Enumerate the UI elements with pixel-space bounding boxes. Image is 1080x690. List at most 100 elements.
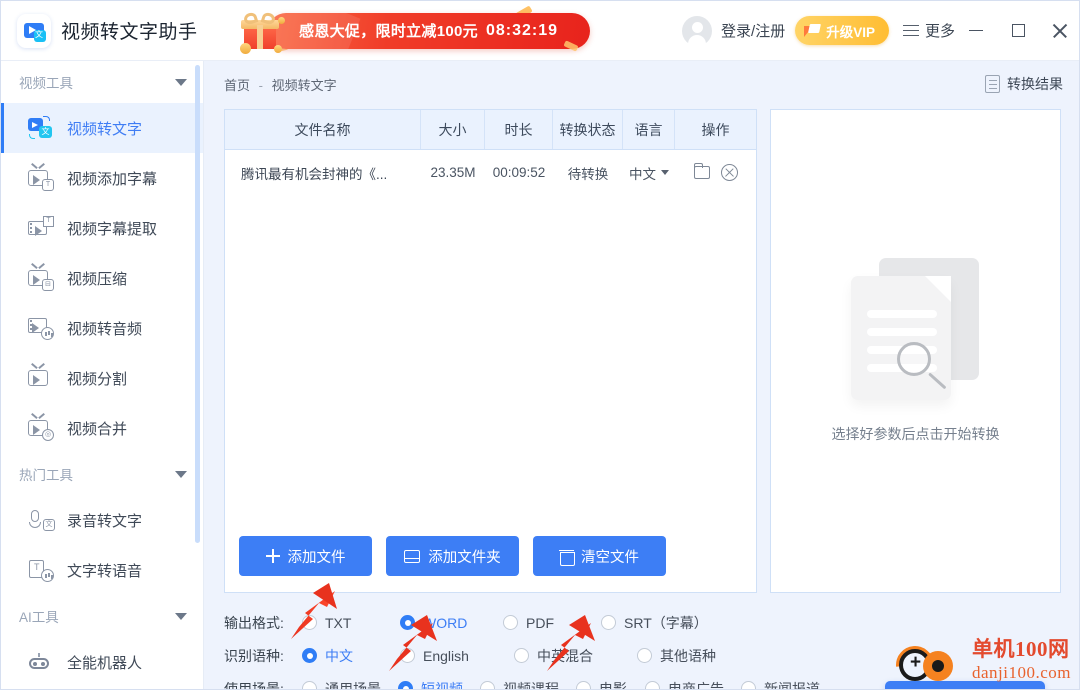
login-register-link[interactable]: 登录/注册 (721, 20, 785, 41)
more-label: 更多 (924, 23, 955, 40)
sidebar-scrollbar[interactable] (195, 65, 200, 543)
sidebar-item-label: 视频字幕提取 (67, 220, 158, 238)
radio-scene-news[interactable]: 新闻报道 (741, 679, 820, 689)
chevron-down-icon[interactable] (175, 612, 187, 620)
sidebar-item-video-add-subtitle[interactable]: T 视频添加字幕 (1, 153, 203, 203)
sidebar-item-label: 视频分割 (67, 370, 128, 388)
video-extract-subtitle-icon: T (27, 215, 54, 241)
app-title: 视频转文字助手 (61, 22, 198, 43)
radio-format-srt[interactable]: SRT（字幕） (601, 613, 708, 633)
sidebar-item-video-split[interactable]: 视频分割 (1, 353, 203, 403)
radio-scene-movie[interactable]: 电影 (576, 679, 639, 689)
sidebar-item-video-merge[interactable]: ◎ 视频合并 (1, 403, 203, 453)
language-dropdown[interactable]: 中文 (629, 163, 669, 183)
sidebar-group-ai-tools[interactable]: AI工具 (1, 595, 203, 637)
promo-banner[interactable]: 感恩大促，限时立减100元 08:32:19 (216, 4, 596, 55)
breadcrumb-separator: - (258, 77, 263, 93)
video-add-subtitle-icon: T (27, 162, 54, 191)
table-row[interactable]: 腾讯最有机会封神的《... 23.35M 00:09:52 待转换 中文 (225, 150, 756, 195)
sidebar-item-video-to-audio[interactable]: 视频转音频 (1, 303, 203, 353)
sidebar-item-robot[interactable]: 全能机器人 (1, 637, 203, 687)
remove-icon[interactable] (720, 164, 738, 181)
sidebar: 视频工具 文 视频转文字 T 视频添加字幕 T 视频字幕提取 ⊟ 视频压缩 视频… (1, 61, 204, 689)
sidebar-item-video-compress[interactable]: ⊟ 视频压缩 (1, 253, 203, 303)
sidebar-item-video-extract-subtitle[interactable]: T 视频字幕提取 (1, 203, 203, 253)
radio-format-txt[interactable]: TXT (302, 615, 394, 631)
sidebar-group-video-tools[interactable]: 视频工具 (1, 61, 203, 103)
watermark-line1: 单机100网 (971, 637, 1070, 661)
titlebar-right-controls: 登录/注册 升级VIP 更多 (682, 1, 1079, 61)
more-menu-button[interactable]: 更多 (902, 20, 955, 41)
cell-status: 待转换 (567, 166, 609, 182)
radio-scene-ecommerce-ad[interactable]: 电商广告 (645, 679, 735, 689)
maximize-button[interactable] (997, 1, 1039, 61)
sidebar-item-label: 录音转文字 (67, 512, 143, 530)
add-folder-button[interactable]: 添加文件夹 (386, 536, 519, 576)
audio-to-text-icon: 文 (27, 507, 55, 533)
chevron-down-icon[interactable] (175, 470, 187, 478)
cell-actions (675, 163, 756, 181)
open-folder-icon[interactable] (693, 163, 710, 179)
video-split-icon (27, 362, 53, 391)
sidebar-item-label: 全能机器人 (67, 654, 143, 672)
radio-dot (398, 681, 413, 689)
promo-pill[interactable]: 感恩大促，限时立减100元 08:32:19 (267, 12, 590, 49)
plus-icon (265, 549, 280, 563)
sidebar-item-video-to-text[interactable]: 文 视频转文字 (1, 103, 203, 153)
column-header-filename: 文件名称 (225, 110, 421, 149)
radio-dot (645, 681, 660, 689)
preview-placeholder-text: 选择好参数后点击开始转换 (831, 426, 1000, 442)
minimize-button[interactable] (955, 1, 997, 61)
radio-format-word[interactable]: WORD (400, 615, 497, 631)
robot-icon (27, 649, 53, 675)
sidebar-item-label: 视频转音频 (67, 320, 143, 338)
radio-label: 其他语种 (660, 647, 716, 664)
sidebar-item-text-to-speech[interactable]: 文字转语音 (1, 545, 203, 595)
clear-files-button[interactable]: 清空文件 (533, 536, 666, 576)
radio-scene-short-video[interactable]: 短视频 (398, 679, 474, 689)
radio-scene-course[interactable]: 视频课程 (480, 679, 570, 689)
breadcrumb-home[interactable]: 首页 (224, 78, 250, 93)
close-icon (1052, 23, 1068, 39)
cell-duration: 00:09:52 (492, 165, 546, 180)
sidebar-item-label: 视频添加字幕 (67, 170, 158, 188)
sidebar-item-label: 视频转文字 (67, 120, 143, 138)
add-file-button[interactable]: 添加文件 (239, 536, 372, 576)
upgrade-vip-button[interactable]: 升级VIP (795, 16, 889, 45)
user-avatar-icon[interactable] (682, 15, 713, 46)
close-button[interactable] (1039, 1, 1079, 61)
watermark-line2: danji100.com (971, 663, 1071, 682)
sidebar-group-hot-tools[interactable]: 热门工具 (1, 453, 203, 495)
radio-label: 中文 (325, 647, 353, 664)
conversion-result-link[interactable]: 转换结果 (985, 74, 1063, 94)
radio-language-chinese[interactable]: 中文 (302, 646, 394, 666)
preview-panel: 选择好参数后点击开始转换 (770, 109, 1061, 593)
cell-language[interactable]: 中文 (623, 163, 675, 183)
breadcrumb: 首页 - 视频转文字 (224, 75, 337, 94)
video-to-audio-icon (27, 315, 54, 341)
promo-countdown-timer: 08:32:19 (485, 21, 558, 39)
radio-language-mixed[interactable]: 中英混合 (514, 646, 631, 666)
radio-dot (576, 681, 591, 689)
radio-label: SRT（字幕） (624, 614, 708, 631)
column-header-duration: 时长 (485, 110, 553, 149)
minimize-icon (969, 29, 983, 32)
sidebar-item-audio-to-text[interactable]: 文 录音转文字 (1, 495, 203, 545)
radio-language-other[interactable]: 其他语种 (637, 646, 716, 666)
usage-scene-label: 使用场景: (224, 680, 284, 690)
radio-scene-general[interactable]: 通用场景 (302, 679, 392, 689)
hamburger-icon (902, 24, 919, 37)
main-content: 首页 - 视频转文字 转换结果 文件名称 大小 时长 转换状态 语言 操作 腾讯… (204, 61, 1079, 690)
radio-dot (302, 648, 317, 663)
radio-label: PDF (526, 614, 554, 631)
conversion-result-label: 转换结果 (1007, 76, 1063, 92)
radio-language-english[interactable]: English (400, 648, 508, 664)
cell-filename: 腾讯最有机会封神的《... (241, 166, 388, 182)
radio-format-pdf[interactable]: PDF (503, 615, 595, 631)
column-header-size: 大小 (421, 110, 485, 149)
chevron-down-icon[interactable] (175, 78, 187, 86)
file-list-panel: 文件名称 大小 时长 转换状态 语言 操作 腾讯最有机会封神的《... 23.3… (224, 109, 757, 593)
radio-dot (503, 615, 518, 630)
breadcrumb-bar: 首页 - 视频转文字 转换结果 (204, 61, 1079, 107)
sidebar-group-label: 视频工具 (19, 76, 73, 91)
